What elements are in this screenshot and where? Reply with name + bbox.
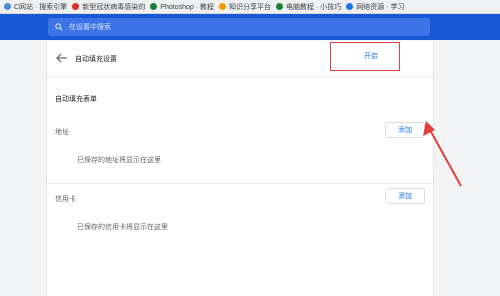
annotation-arrow-icon [423, 121, 462, 187]
